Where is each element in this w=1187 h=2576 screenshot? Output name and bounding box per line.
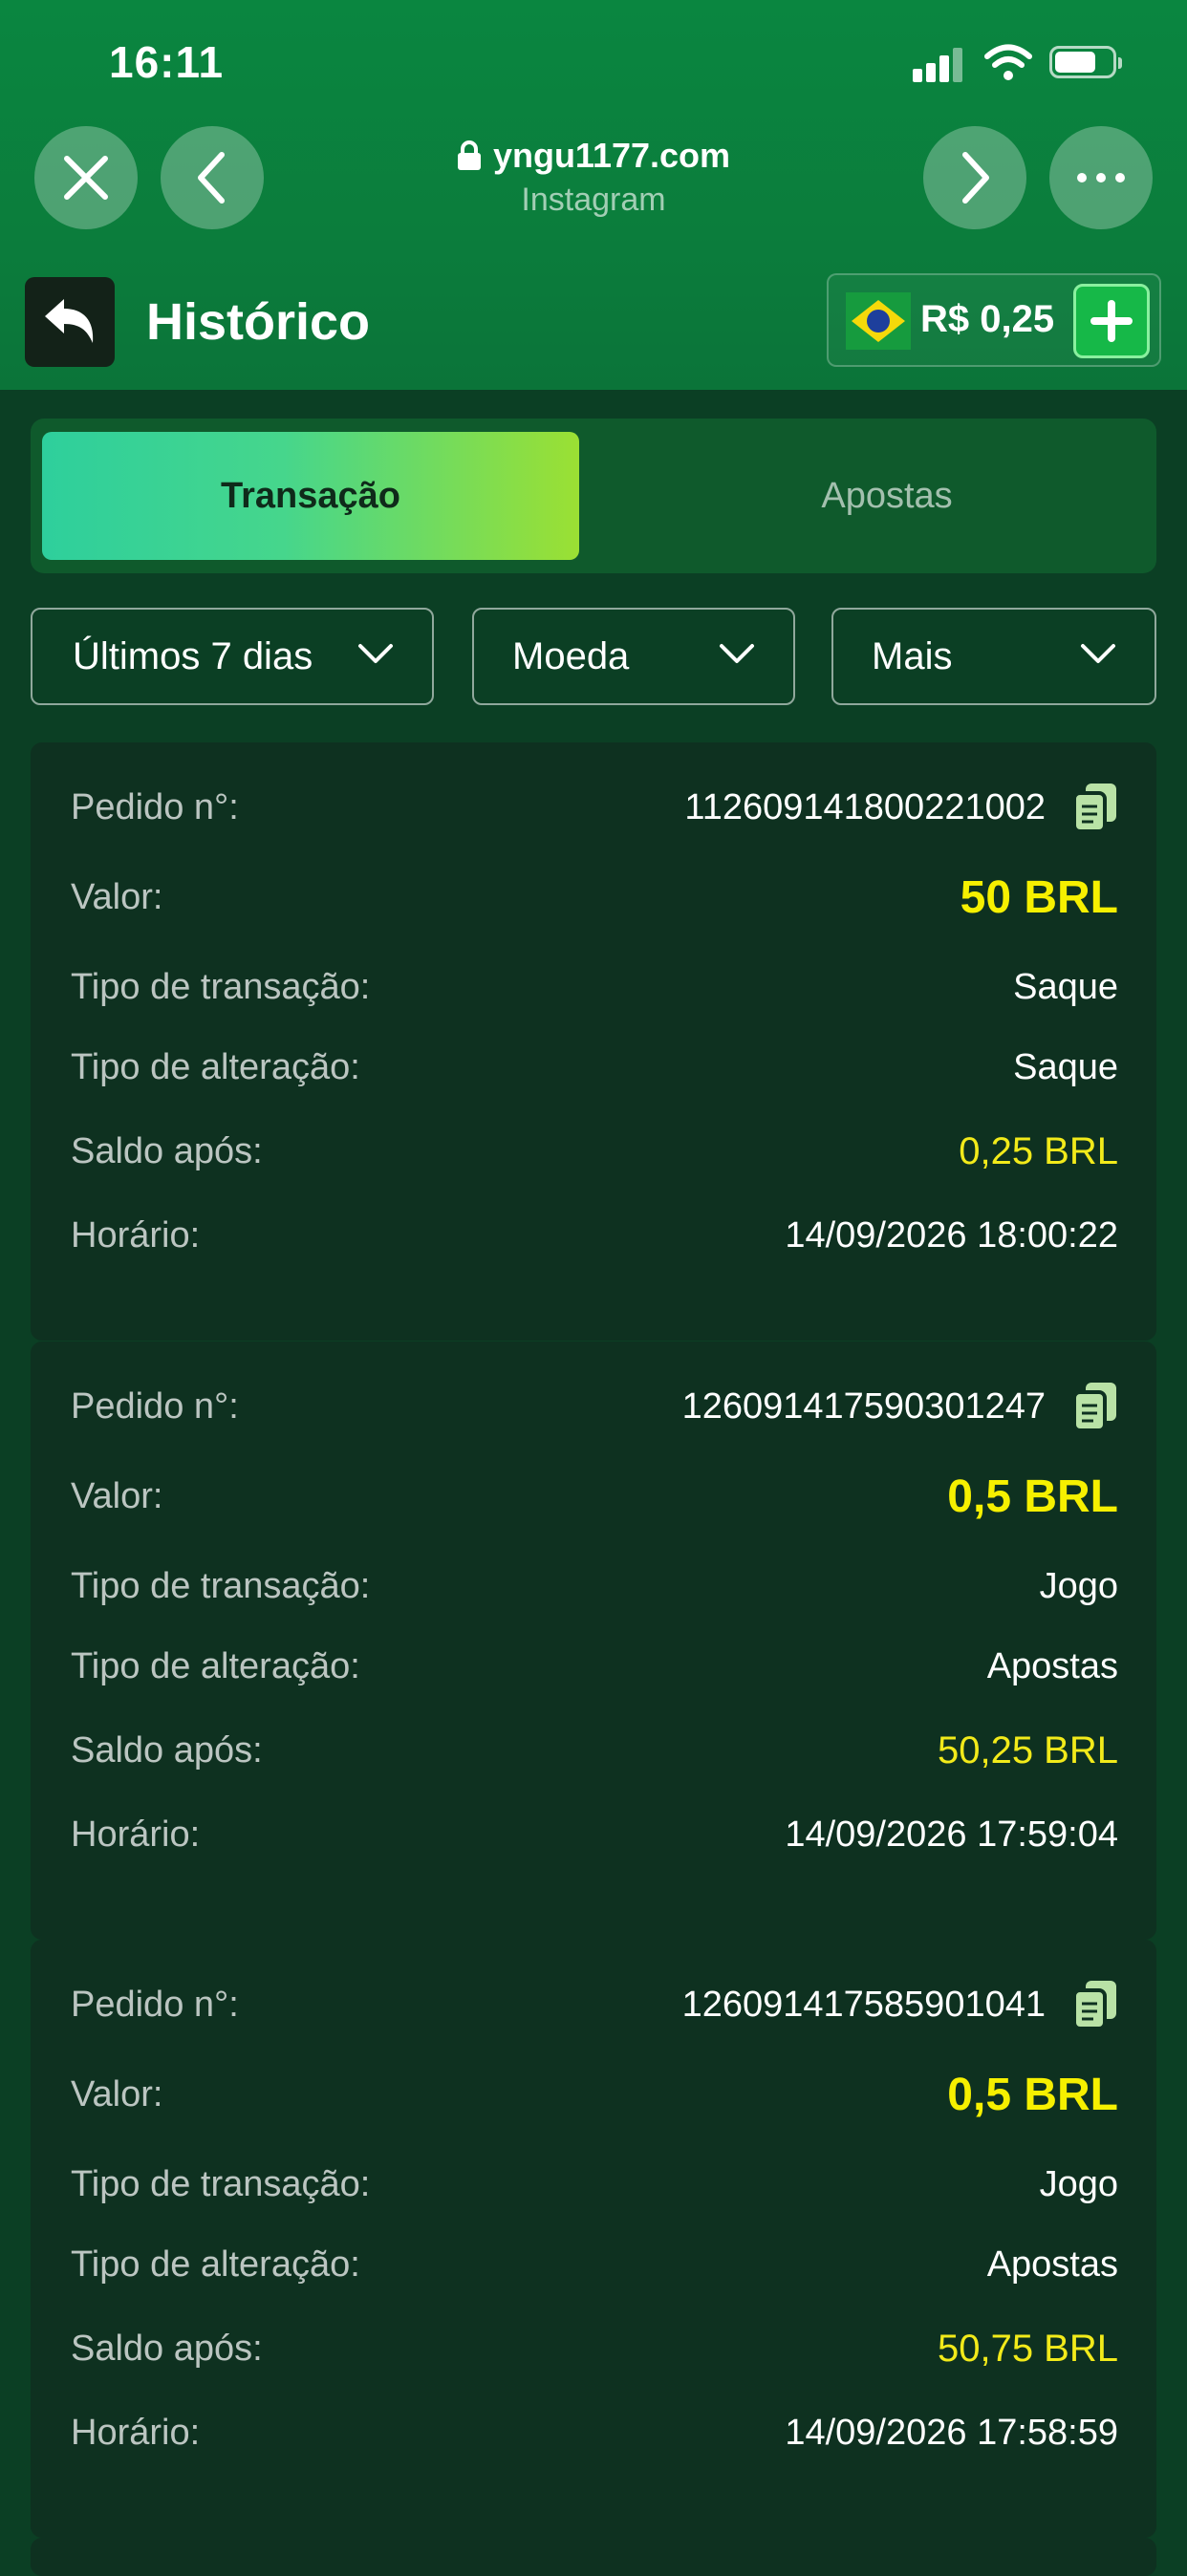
tx-type-value: Saque [1013,966,1118,1007]
time-value: 14/09/2026 17:58:59 [785,2412,1118,2453]
value-label: Valor: [71,1475,163,1516]
chevron-right-icon [962,152,989,204]
time-value: 14/09/2026 18:00:22 [785,1214,1118,1256]
time-label: Horário: [71,1214,201,1256]
tx-type-label: Tipo de transação: [71,2163,371,2204]
more-icon [1077,173,1125,182]
transaction-card: Pedido n°: 112609141800221002 Valor: 50 … [31,742,1156,1341]
lock-icon [457,140,481,170]
chevron-left-icon [198,152,225,204]
transaction-value: 0,5 BRL [947,2069,1118,2120]
brazil-flag-icon [846,292,911,350]
battery-icon [1049,46,1122,78]
filter-date-range[interactable]: Últimos 7 dias [31,608,434,705]
balance-after-label: Saldo após: [71,1130,263,1171]
page-title: Histórico [146,293,371,351]
url-display[interactable]: yngu1177.com Instagram [363,136,824,219]
filter-date-label: Últimos 7 dias [73,634,313,677]
transaction-card: Pedido n°: 126091417590301247 Valor: 0,5… [31,1342,1156,1940]
balance-after-label: Saldo após: [71,2328,263,2369]
change-type-value: Saque [1013,1046,1118,1087]
time-value: 14/09/2026 17:59:04 [785,1814,1118,1855]
filter-more[interactable]: Mais [831,608,1156,705]
balance-display: R$ 0,25 [827,273,1161,367]
balance-after-value: 50,25 BRL [937,1728,1118,1771]
chevron-down-icon [358,644,393,663]
close-button[interactable] [34,126,138,229]
browser-back-button[interactable] [161,126,264,229]
value-label: Valor: [71,876,163,917]
filter-more-label: Mais [872,634,953,677]
transaction-value: 50 BRL [960,871,1118,923]
browser-forward-button[interactable] [923,126,1026,229]
change-type-label: Tipo de alteração: [71,2243,360,2285]
back-arrow-icon [45,299,94,343]
url-text: yngu1177.com [492,136,731,175]
time-label: Horário: [71,1814,201,1855]
wifi-icon [984,44,1032,80]
order-label: Pedido n°: [71,786,239,827]
change-type-label: Tipo de alteração: [71,1645,360,1686]
transaction-value: 0,5 BRL [947,1470,1118,1522]
change-type-value: Apostas [986,1645,1118,1686]
status-time: 16:11 [109,37,225,87]
chevron-down-icon [720,644,754,663]
deposit-button[interactable] [1073,284,1150,358]
page-header: Histórico R$ 0,25 [0,273,1187,378]
status-bar: 16:11 [0,0,1187,115]
value-label: Valor: [71,2073,163,2114]
change-type-value: Apostas [986,2243,1118,2285]
plus-icon [1090,300,1133,342]
order-number: 112609141800221002 [684,786,1046,827]
balance-value: R$ 0,25 [920,298,1055,340]
balance-after-label: Saldo após: [71,1729,263,1771]
copy-icon[interactable] [1072,1979,1118,2030]
cellular-signal-icon [913,46,962,82]
balance-after-value: 50,75 BRL [937,2327,1118,2370]
order-label: Pedido n°: [71,1385,239,1427]
change-type-label: Tipo de alteração: [71,1046,360,1087]
transaction-card: Pedido n°: 126091417585901041 Valor: 0,5… [31,1940,1156,2538]
url-subtitle: Instagram [521,182,666,218]
close-icon [64,156,108,200]
tx-type-value: Jogo [1039,1565,1118,1606]
filter-currency[interactable]: Moeda [472,608,795,705]
tx-type-label: Tipo de transação: [71,966,371,1007]
balance-after-value: 0,25 BRL [959,1129,1118,1172]
copy-icon[interactable] [1072,782,1118,833]
chevron-down-icon [1081,644,1115,663]
tab-transacao[interactable]: Transação [42,432,579,560]
time-label: Horário: [71,2412,201,2453]
filter-currency-label: Moeda [512,634,630,677]
order-label: Pedido n°: [71,1984,239,2025]
tab-apostas[interactable]: Apostas [629,432,1145,560]
tx-type-label: Tipo de transação: [71,1565,371,1606]
order-number: 126091417585901041 [681,1984,1046,2025]
top-header-area: 16:11 yngu1177.com Instagram Histórico R… [0,0,1187,390]
copy-icon[interactable] [1072,1381,1118,1432]
more-options-button[interactable] [1049,126,1153,229]
tx-type-value: Jogo [1039,2163,1118,2204]
transaction-card-partial [31,2538,1156,2576]
back-button[interactable] [25,277,115,367]
browser-bar: yngu1177.com Instagram [0,124,1187,229]
order-number: 126091417590301247 [681,1385,1046,1427]
tab-bar: Transação Apostas [31,419,1156,573]
battery-level [1055,52,1095,73]
